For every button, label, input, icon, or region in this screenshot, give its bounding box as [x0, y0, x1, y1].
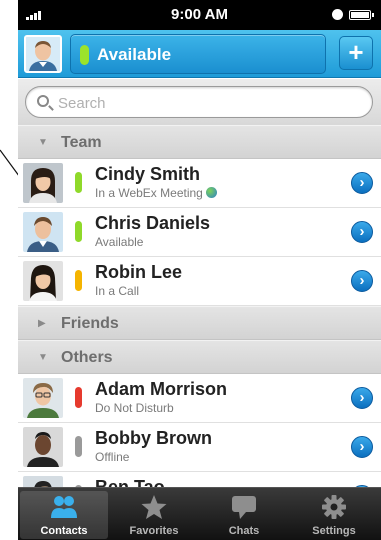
section-header-friends[interactable]: ▶ Friends: [18, 306, 381, 340]
presence-label: Available: [97, 45, 172, 64]
tab-contacts[interactable]: Contacts: [20, 491, 108, 539]
tab-favorites[interactable]: Favorites: [110, 491, 198, 539]
tab-label: Settings: [312, 525, 356, 537]
contact-name: Robin Lee: [95, 262, 183, 282]
collapse-arrow-icon: ▼: [38, 352, 48, 363]
contact-photo: [23, 378, 63, 418]
webex-globe-icon: [205, 187, 217, 198]
contact-details-button[interactable]: ›: [351, 221, 373, 243]
star-icon: [141, 495, 167, 519]
tab-label: Chats: [228, 525, 260, 537]
contact-photo: [23, 212, 63, 252]
alarm-clock-icon: [332, 9, 343, 20]
contact-row[interactable]: Chris Daniels Available ›: [18, 208, 381, 257]
battery-icon: [349, 10, 374, 20]
contact-status: Offline: [95, 450, 130, 464]
tab-chats[interactable]: Chats: [200, 491, 288, 539]
search-input[interactable]: [58, 93, 358, 113]
search-icon: [37, 95, 49, 107]
contact-photo: [23, 427, 63, 467]
contact-status: Available: [95, 235, 144, 249]
contact-details-button[interactable]: ›: [351, 172, 373, 194]
tab-label: Favorites: [129, 525, 179, 537]
people-icon: [51, 496, 77, 518]
gear-icon: [322, 495, 346, 519]
tab-settings[interactable]: Settings: [290, 491, 378, 539]
contact-row[interactable]: Cindy Smith In a WebEx Meeting ›: [18, 159, 381, 208]
section-title: Team: [61, 134, 102, 151]
status-time: 9:00 AM: [171, 6, 228, 23]
contact-name: Cindy Smith: [95, 164, 201, 184]
contact-photo: [23, 261, 63, 301]
expand-arrow-icon: ▶: [38, 318, 46, 329]
tab-bar: Contacts Favorites Chats Settings: [18, 487, 381, 540]
contact-details-button[interactable]: ›: [351, 436, 373, 458]
contact-name: Adam Morrison: [95, 379, 228, 399]
contact-name: Bobby Brown: [95, 428, 212, 448]
phone-screen: 9:00 AM Available + ▼ Team: [18, 0, 381, 540]
section-header-team[interactable]: ▼ Team: [18, 125, 381, 159]
speech-bubble-icon: [232, 496, 256, 519]
contact-photo: [23, 163, 63, 203]
presence-selector[interactable]: Available: [70, 34, 326, 74]
contact-details-button[interactable]: ›: [351, 270, 373, 292]
section-title: Others: [61, 349, 113, 366]
add-contact-button[interactable]: +: [339, 36, 373, 70]
contact-status: In a WebEx Meeting: [95, 186, 217, 200]
contact-details-button[interactable]: ›: [351, 387, 373, 409]
search-bar: [18, 79, 381, 125]
collapse-arrow-icon: ▼: [38, 137, 48, 148]
section-header-others[interactable]: ▼ Others: [18, 340, 381, 374]
contact-row[interactable]: Adam Morrison Do Not Disturb ›: [18, 374, 381, 423]
contact-status: In a Call: [95, 284, 140, 298]
contact-status-text: In a WebEx Meeting: [95, 186, 203, 200]
status-bar: 9:00 AM: [18, 0, 381, 30]
my-avatar[interactable]: [24, 35, 62, 73]
presence-dot: [75, 221, 82, 242]
section-title: Friends: [61, 315, 119, 332]
app-header: Available +: [18, 30, 381, 78]
contact-status: Do Not Disturb: [95, 401, 174, 415]
presence-indicator: [80, 45, 89, 65]
presence-dot: [75, 270, 82, 291]
search-field[interactable]: [25, 86, 373, 118]
presence-dot: [75, 172, 82, 193]
contact-row[interactable]: Robin Lee In a Call ›: [18, 257, 381, 306]
presence-dot: [75, 436, 82, 457]
presence-dot: [75, 387, 82, 408]
tab-label: Contacts: [40, 525, 88, 537]
contact-row[interactable]: Bobby Brown Offline ›: [18, 423, 381, 472]
contact-name: Chris Daniels: [95, 213, 211, 233]
